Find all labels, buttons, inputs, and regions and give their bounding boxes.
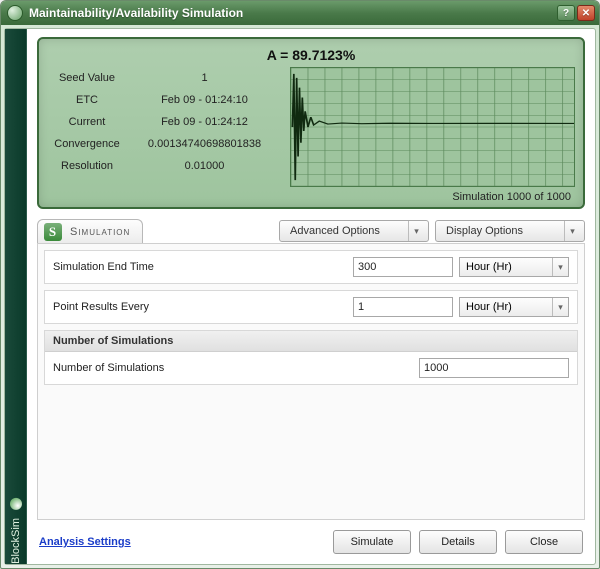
app-icon	[7, 5, 23, 21]
availability-headline: A = 89.7123%	[47, 45, 575, 67]
point-results-label: Point Results Every	[53, 301, 347, 313]
resolution-value: 0.01000	[127, 155, 282, 177]
resolution-label: Resolution	[47, 155, 127, 177]
chevron-down-icon: ▾	[408, 221, 424, 241]
window-close-button[interactable]: ✕	[577, 5, 595, 21]
seed-label: Seed Value	[47, 67, 127, 89]
main-area: A = 89.7123% Seed Value 1 ETC Feb 09 - 0…	[27, 29, 595, 564]
details-button[interactable]: Details	[419, 530, 497, 554]
current-value: Feb 09 - 01:24:12	[127, 111, 282, 133]
convergence-value: 0.00134740698801838	[127, 133, 282, 155]
client-area: BlockSim A = 89.7123% Seed Value 1	[4, 28, 596, 565]
titlebar: Maintainability/Availability Simulation …	[1, 1, 599, 25]
point-results-input[interactable]	[353, 297, 453, 317]
app-window: Maintainability/Availability Simulation …	[0, 0, 600, 569]
etc-value: Feb 09 - 01:24:10	[127, 89, 282, 111]
advanced-options-label: Advanced Options	[290, 225, 380, 237]
brand-icon	[10, 498, 22, 510]
num-simulations-header: Number of Simulations	[45, 331, 577, 352]
seed-value: 1	[127, 67, 282, 89]
analysis-settings-link[interactable]: Analysis Settings	[39, 536, 131, 548]
simulation-tab-label: Simulation	[70, 226, 130, 238]
current-label: Current	[47, 111, 127, 133]
num-simulations-input[interactable]	[419, 358, 569, 378]
sim-end-time-input[interactable]	[353, 257, 453, 277]
close-button[interactable]: Close	[505, 530, 583, 554]
point-results-unit-select[interactable]: Hour (Hr) ▾	[459, 297, 569, 317]
brand-label: BlockSim	[10, 488, 22, 564]
convergence-chart	[290, 67, 575, 187]
sim-end-time-unit-value: Hour (Hr)	[466, 261, 512, 273]
window-title: Maintainability/Availability Simulation	[29, 6, 555, 20]
simulate-button[interactable]: Simulate	[333, 530, 411, 554]
help-button[interactable]: ?	[557, 5, 575, 21]
simulation-tab-icon: S	[44, 223, 62, 241]
status-table: Seed Value 1 ETC Feb 09 - 01:24:10 Curre…	[47, 67, 282, 203]
simulation-progress: Simulation 1000 of 1000	[290, 187, 575, 203]
point-results-unit-value: Hour (Hr)	[466, 301, 512, 313]
status-panel: A = 89.7123% Seed Value 1 ETC Feb 09 - 0…	[37, 37, 585, 209]
tab-simulation[interactable]: S Simulation	[37, 219, 143, 243]
sim-end-time-label: Simulation End Time	[53, 261, 347, 273]
num-simulations-label: Number of Simulations	[53, 362, 413, 374]
tab-row: S Simulation Advanced Options ▾ Display …	[27, 213, 595, 243]
chevron-down-icon: ▾	[552, 258, 568, 276]
brand-text: BlockSim	[10, 518, 22, 564]
form-area: Simulation End Time Hour (Hr) ▾ Point Re…	[37, 243, 585, 520]
display-options-button[interactable]: Display Options ▾	[435, 220, 585, 242]
chevron-down-icon: ▾	[552, 298, 568, 316]
etc-label: ETC	[47, 89, 127, 111]
sim-end-time-unit-select[interactable]: Hour (Hr) ▾	[459, 257, 569, 277]
footer: Analysis Settings Simulate Details Close	[27, 520, 595, 564]
display-options-label: Display Options	[446, 225, 523, 237]
advanced-options-button[interactable]: Advanced Options ▾	[279, 220, 429, 242]
side-rail: BlockSim	[5, 29, 27, 564]
chevron-down-icon: ▾	[564, 221, 580, 241]
convergence-label: Convergence	[47, 133, 127, 155]
